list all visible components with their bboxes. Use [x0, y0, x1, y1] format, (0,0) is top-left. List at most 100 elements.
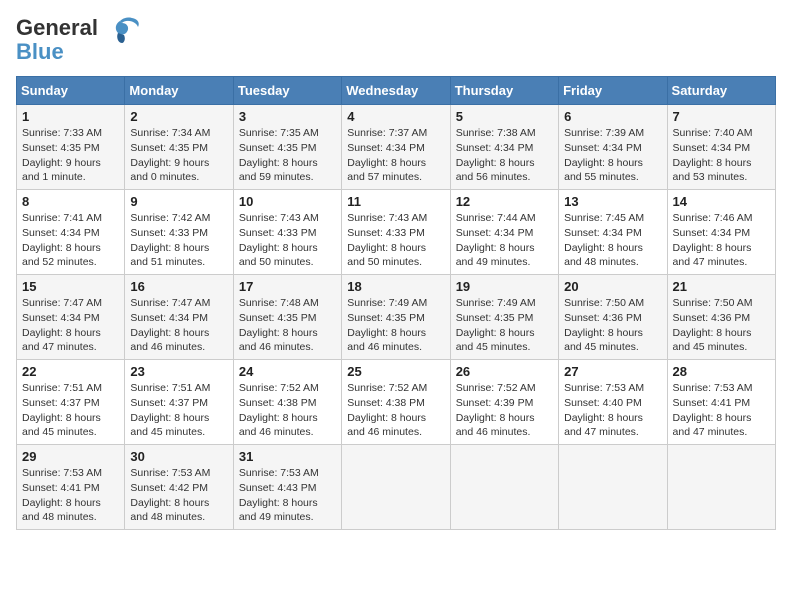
weekday-header-friday: Friday [559, 77, 667, 105]
day-number: 14 [673, 194, 770, 209]
calendar-day-cell [450, 445, 558, 530]
day-number: 26 [456, 364, 553, 379]
calendar-day-cell: 25 Sunrise: 7:52 AMSunset: 4:38 PMDayligh… [342, 360, 450, 445]
day-number: 10 [239, 194, 336, 209]
day-info: Sunrise: 7:45 AMSunset: 4:34 PMDaylight:… [564, 211, 661, 270]
day-info: Sunrise: 7:37 AMSunset: 4:34 PMDaylight:… [347, 126, 444, 185]
calendar-day-cell: 14 Sunrise: 7:46 AMSunset: 4:34 PMDayligh… [667, 190, 775, 275]
day-number: 31 [239, 449, 336, 464]
calendar-day-cell [667, 445, 775, 530]
day-number: 11 [347, 194, 444, 209]
calendar-week-row: 22 Sunrise: 7:51 AMSunset: 4:37 PMDayligh… [17, 360, 776, 445]
day-info: Sunrise: 7:35 AMSunset: 4:35 PMDaylight:… [239, 126, 336, 185]
day-number: 23 [130, 364, 227, 379]
day-number: 25 [347, 364, 444, 379]
calendar-day-cell: 18Sunrise: 7:49 AMSunset: 4:35 PMDayligh… [342, 275, 450, 360]
day-number: 19 [456, 279, 553, 294]
day-number: 1 [22, 109, 119, 124]
day-number: 27 [564, 364, 661, 379]
day-info: Sunrise: 7:53 AMSunset: 4:40 PMDaylight:… [564, 381, 661, 440]
calendar-day-cell: 4 Sunrise: 7:37 AMSunset: 4:34 PMDaylight… [342, 105, 450, 190]
weekday-header-monday: Monday [125, 77, 233, 105]
day-info: Sunrise: 7:53 AMSunset: 4:42 PMDaylight:… [130, 466, 227, 525]
day-info: Sunrise: 7:34 AMSunset: 4:35 PMDaylight:… [130, 126, 227, 185]
day-info: Sunrise: 7:52 AMSunset: 4:39 PMDaylight:… [456, 381, 553, 440]
calendar-week-row: 1 Sunrise: 7:33 AMSunset: 4:35 PMDaylight… [17, 105, 776, 190]
logo: General Blue [16, 16, 142, 64]
weekday-header-row: SundayMondayTuesdayWednesdayThursdayFrid… [17, 77, 776, 105]
day-number: 29 [22, 449, 119, 464]
calendar-day-cell [342, 445, 450, 530]
day-number: 4 [347, 109, 444, 124]
calendar-day-cell: 9Sunrise: 7:42 AMSunset: 4:33 PMDaylight… [125, 190, 233, 275]
day-number: 2 [130, 109, 227, 124]
calendar-day-cell: 26 Sunrise: 7:52 AMSunset: 4:39 PMDayligh… [450, 360, 558, 445]
day-info: Sunrise: 7:53 AMSunset: 4:41 PMDaylight:… [22, 466, 119, 525]
logo-line1: General [16, 16, 98, 40]
calendar-day-cell: 20 Sunrise: 7:50 AMSunset: 4:36 PMDayligh… [559, 275, 667, 360]
day-info: Sunrise: 7:48 AMSunset: 4:35 PMDaylight:… [239, 296, 336, 355]
day-info: Sunrise: 7:52 AMSunset: 4:38 PMDaylight:… [239, 381, 336, 440]
day-info: Sunrise: 7:44 AMSunset: 4:34 PMDaylight:… [456, 211, 553, 270]
calendar-day-cell: 11Sunrise: 7:43 AMSunset: 4:33 PMDayligh… [342, 190, 450, 275]
day-info: Sunrise: 7:47 AMSunset: 4:34 PMDaylight:… [22, 296, 119, 355]
calendar-day-cell: 12 Sunrise: 7:44 AMSunset: 4:34 PMDayligh… [450, 190, 558, 275]
day-info: Sunrise: 7:41 AMSunset: 4:34 PMDaylight:… [22, 211, 119, 270]
weekday-header-saturday: Saturday [667, 77, 775, 105]
day-number: 8 [22, 194, 119, 209]
day-number: 20 [564, 279, 661, 294]
logo-bird-icon [102, 15, 142, 55]
day-number: 18 [347, 279, 444, 294]
calendar-day-cell: 16 Sunrise: 7:47 AMSunset: 4:34 PMDayligh… [125, 275, 233, 360]
calendar-header: SundayMondayTuesdayWednesdayThursdayFrid… [17, 77, 776, 105]
calendar-day-cell: 27 Sunrise: 7:53 AMSunset: 4:40 PMDayligh… [559, 360, 667, 445]
day-info: Sunrise: 7:38 AMSunset: 4:34 PMDaylight:… [456, 126, 553, 185]
day-number: 13 [564, 194, 661, 209]
calendar-day-cell: 22 Sunrise: 7:51 AMSunset: 4:37 PMDayligh… [17, 360, 125, 445]
day-info: Sunrise: 7:51 AMSunset: 4:37 PMDaylight:… [130, 381, 227, 440]
calendar-day-cell: 29 Sunrise: 7:53 AMSunset: 4:41 PMDayligh… [17, 445, 125, 530]
day-number: 17 [239, 279, 336, 294]
calendar-day-cell: 17 Sunrise: 7:48 AMSunset: 4:35 PMDayligh… [233, 275, 341, 360]
calendar-day-cell: 10 Sunrise: 7:43 AMSunset: 4:33 PMDayligh… [233, 190, 341, 275]
day-info: Sunrise: 7:39 AMSunset: 4:34 PMDaylight:… [564, 126, 661, 185]
day-number: 15 [22, 279, 119, 294]
day-info: Sunrise: 7:53 AMSunset: 4:41 PMDaylight:… [673, 381, 770, 440]
calendar-day-cell: 21Sunrise: 7:50 AMSunset: 4:36 PMDayligh… [667, 275, 775, 360]
calendar-day-cell [559, 445, 667, 530]
calendar-day-cell: 30Sunrise: 7:53 AMSunset: 4:42 PMDayligh… [125, 445, 233, 530]
day-number: 9 [130, 194, 227, 209]
day-info: Sunrise: 7:51 AMSunset: 4:37 PMDaylight:… [22, 381, 119, 440]
calendar-day-cell: 24 Sunrise: 7:52 AMSunset: 4:38 PMDayligh… [233, 360, 341, 445]
day-number: 21 [673, 279, 770, 294]
day-info: Sunrise: 7:40 AMSunset: 4:34 PMDaylight:… [673, 126, 770, 185]
calendar-week-row: 8 Sunrise: 7:41 AMSunset: 4:34 PMDaylight… [17, 190, 776, 275]
calendar-day-cell: 23 Sunrise: 7:51 AMSunset: 4:37 PMDayligh… [125, 360, 233, 445]
page-header: General Blue [16, 16, 776, 64]
day-number: 12 [456, 194, 553, 209]
calendar-day-cell: 6Sunrise: 7:39 AMSunset: 4:34 PMDaylight… [559, 105, 667, 190]
day-number: 22 [22, 364, 119, 379]
calendar-week-row: 15 Sunrise: 7:47 AMSunset: 4:34 PMDayligh… [17, 275, 776, 360]
day-info: Sunrise: 7:43 AMSunset: 4:33 PMDaylight:… [239, 211, 336, 270]
calendar-day-cell: 5 Sunrise: 7:38 AMSunset: 4:34 PMDaylight… [450, 105, 558, 190]
weekday-header-wednesday: Wednesday [342, 77, 450, 105]
day-info: Sunrise: 7:53 AMSunset: 4:43 PMDaylight:… [239, 466, 336, 525]
calendar-week-row: 29 Sunrise: 7:53 AMSunset: 4:41 PMDayligh… [17, 445, 776, 530]
day-info: Sunrise: 7:50 AMSunset: 4:36 PMDaylight:… [564, 296, 661, 355]
weekday-header-thursday: Thursday [450, 77, 558, 105]
day-info: Sunrise: 7:33 AMSunset: 4:35 PMDaylight:… [22, 126, 119, 185]
calendar-table: SundayMondayTuesdayWednesdayThursdayFrid… [16, 76, 776, 530]
calendar-day-cell: 31 Sunrise: 7:53 AMSunset: 4:43 PMDayligh… [233, 445, 341, 530]
calendar-body: 1 Sunrise: 7:33 AMSunset: 4:35 PMDaylight… [17, 105, 776, 530]
day-info: Sunrise: 7:52 AMSunset: 4:38 PMDaylight:… [347, 381, 444, 440]
day-number: 7 [673, 109, 770, 124]
day-number: 5 [456, 109, 553, 124]
day-number: 16 [130, 279, 227, 294]
day-info: Sunrise: 7:47 AMSunset: 4:34 PMDaylight:… [130, 296, 227, 355]
calendar-day-cell: 3Sunrise: 7:35 AMSunset: 4:35 PMDaylight… [233, 105, 341, 190]
day-number: 24 [239, 364, 336, 379]
day-info: Sunrise: 7:46 AMSunset: 4:34 PMDaylight:… [673, 211, 770, 270]
calendar-day-cell: 15 Sunrise: 7:47 AMSunset: 4:34 PMDayligh… [17, 275, 125, 360]
weekday-header-sunday: Sunday [17, 77, 125, 105]
